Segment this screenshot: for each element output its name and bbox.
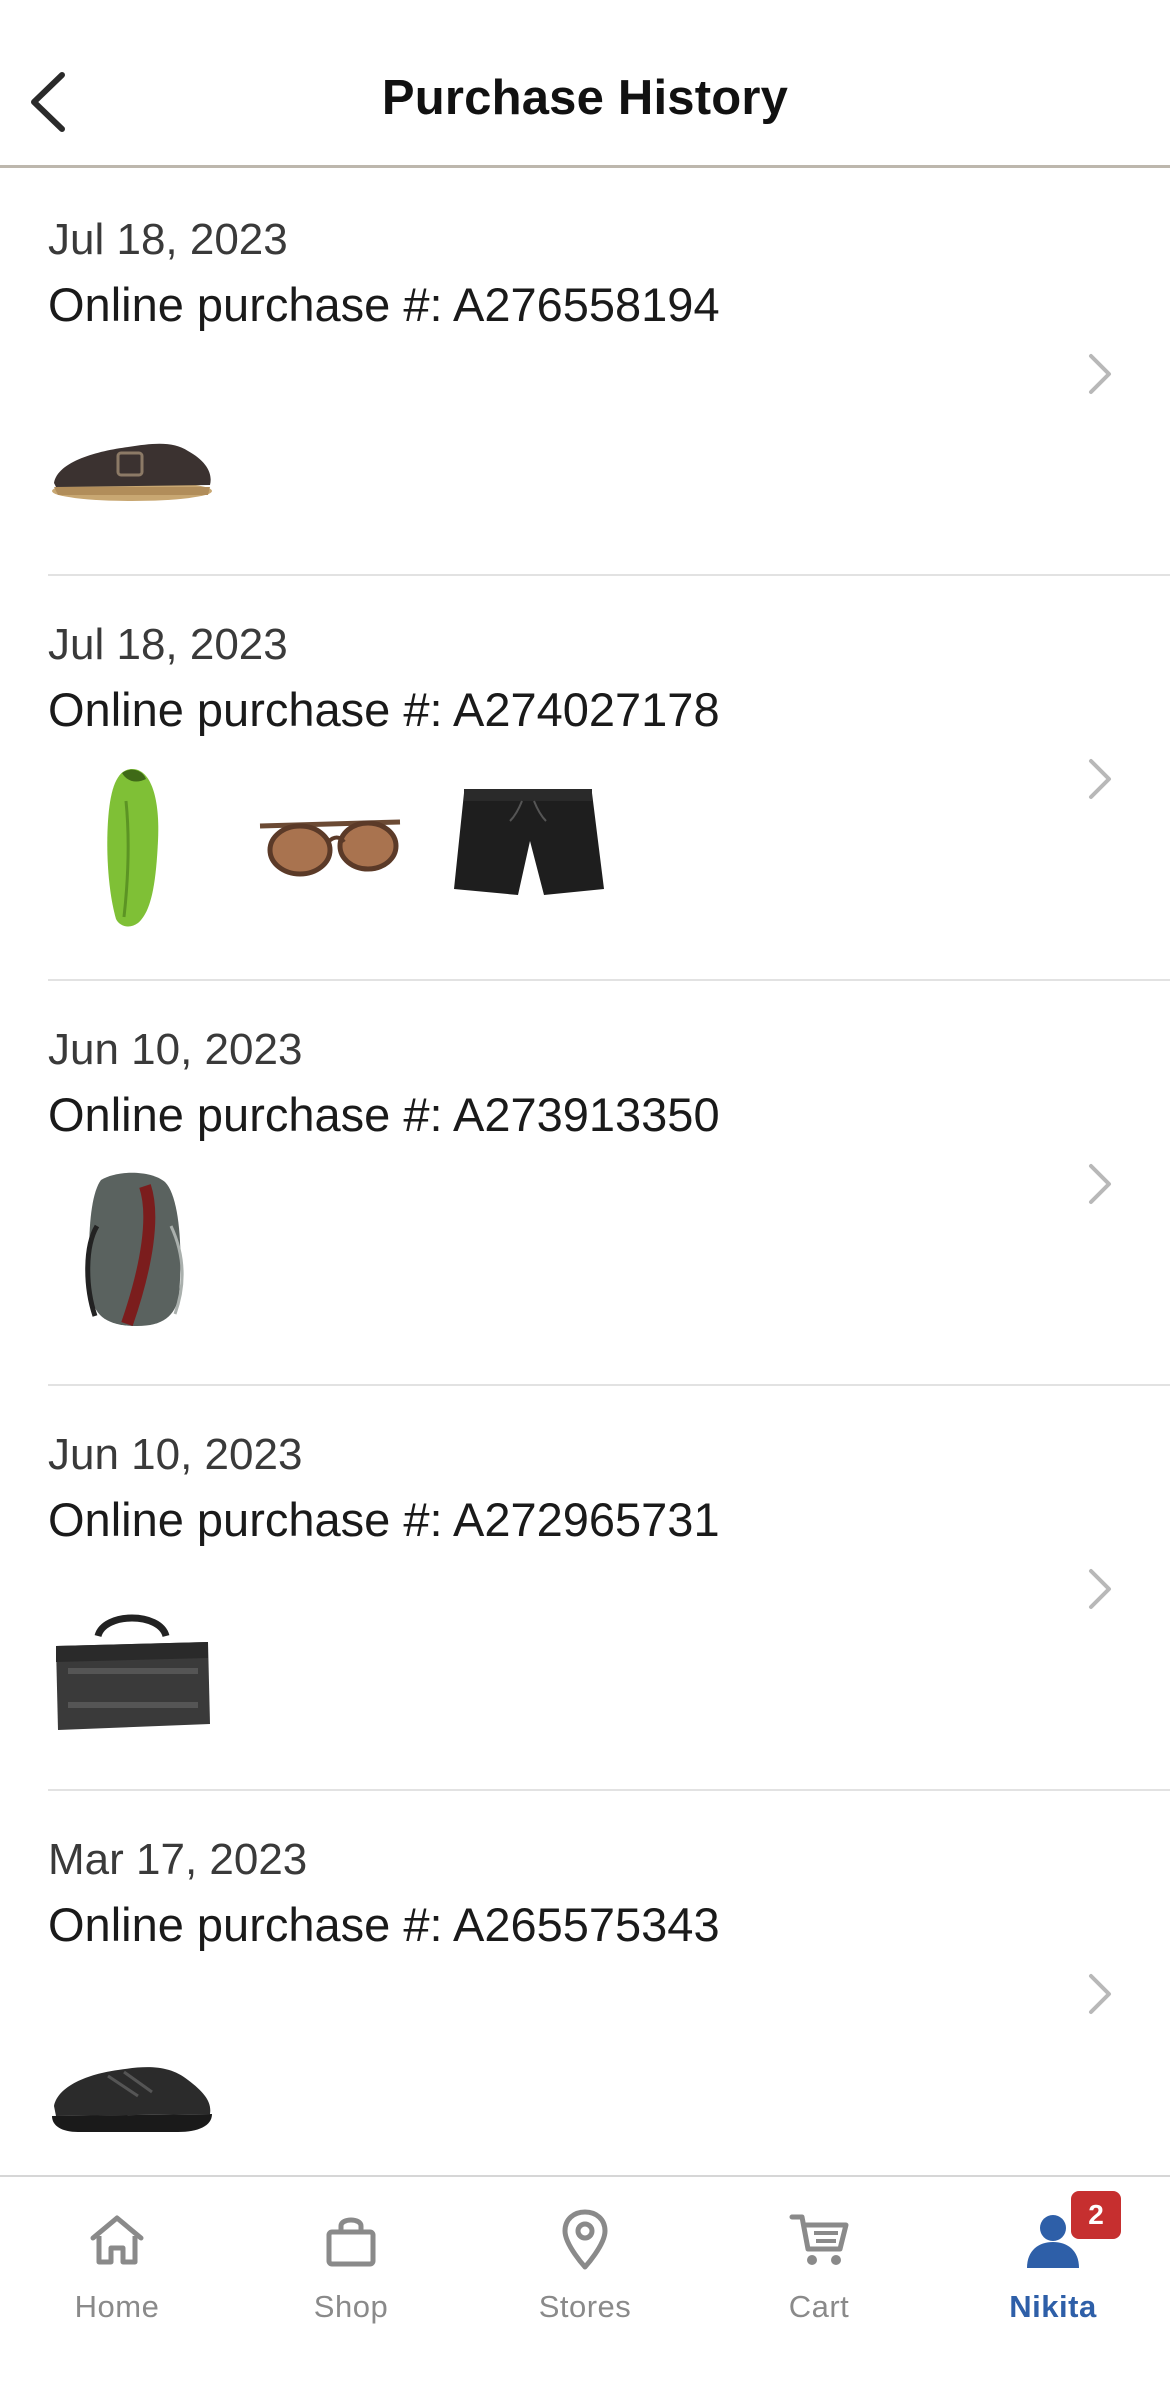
home-icon xyxy=(82,2205,152,2275)
top-nav-bar: Purchase History xyxy=(0,0,1170,168)
tab-label: Stores xyxy=(538,2289,632,2324)
purchase-date: Jun 10, 2023 xyxy=(48,1430,303,1479)
purchase-number: Online purchase #: A272965731 xyxy=(48,1493,720,1546)
tab-label: Shop xyxy=(313,2289,389,2324)
duffel-bag-image xyxy=(48,1586,216,1766)
purchase-number: Online purchase #: A273913350 xyxy=(48,1088,720,1141)
purchase-date: Jul 18, 2023 xyxy=(48,215,288,264)
chevron-right-icon[interactable] xyxy=(1080,346,1120,402)
purchase-row[interactable]: Jul 18, 2023 Online purchase #: A2765581… xyxy=(0,171,1170,576)
purchase-row[interactable]: Mar 17, 2023 Online purchase #: A2655753… xyxy=(0,1791,1170,2171)
page-title: Purchase History xyxy=(381,71,789,125)
tab-stores[interactable]: Stores xyxy=(468,2177,702,2386)
tab-account[interactable]: 2 Nikita xyxy=(936,2177,1170,2386)
tab-label: Cart xyxy=(788,2289,850,2324)
purchase-row[interactable]: Jun 10, 2023 Online purchase #: A2729657… xyxy=(0,1386,1170,1791)
purchase-date: Jun 10, 2023 xyxy=(48,1025,303,1074)
purchase-number: Online purchase #: A265575343 xyxy=(48,1898,720,1951)
purchase-number: Online purchase #: A276558194 xyxy=(48,278,720,331)
tab-label: Home xyxy=(74,2289,160,2324)
chevron-right-icon[interactable] xyxy=(1080,751,1120,807)
tab-label: Nikita xyxy=(1009,2289,1097,2324)
running-shoe-image xyxy=(48,2001,216,2181)
product-thumbnails xyxy=(48,1586,216,1766)
tab-cart[interactable]: Cart xyxy=(702,2177,936,2386)
tab-home[interactable]: Home xyxy=(0,2177,234,2386)
purchase-date: Mar 17, 2023 xyxy=(48,1835,308,1884)
location-pin-icon xyxy=(550,2205,620,2275)
sunglasses-image xyxy=(246,756,414,936)
purchase-row[interactable]: Jun 10, 2023 Online purchase #: A2739133… xyxy=(0,981,1170,1386)
shorts-image xyxy=(444,756,612,936)
chevron-right-icon[interactable] xyxy=(1080,1966,1120,2022)
clog-shoe-image xyxy=(48,371,216,551)
purchase-list: Jul 18, 2023 Online purchase #: A2765581… xyxy=(0,171,1170,2171)
cart-icon xyxy=(784,2205,854,2275)
purchase-number: Online purchase #: A274027178 xyxy=(48,683,720,736)
tab-shop[interactable]: Shop xyxy=(234,2177,468,2386)
backpack-image xyxy=(48,1161,216,1341)
chevron-right-icon[interactable] xyxy=(1080,1156,1120,1212)
purchase-date: Jul 18, 2023 xyxy=(48,620,288,669)
shopping-bag-icon xyxy=(316,2205,386,2275)
notification-badge: 2 xyxy=(1071,2191,1121,2239)
product-thumbnails xyxy=(48,1161,216,1341)
sleeping-bag-image xyxy=(48,756,216,936)
bottom-tab-bar: Home Shop Stores Cart 2 Nikita xyxy=(0,2175,1170,2386)
product-thumbnails xyxy=(48,371,216,551)
product-thumbnails xyxy=(48,756,612,936)
purchase-row[interactable]: Jul 18, 2023 Online purchase #: A2740271… xyxy=(0,576,1170,981)
product-thumbnails xyxy=(48,2001,216,2181)
chevron-right-icon[interactable] xyxy=(1080,1561,1120,1617)
